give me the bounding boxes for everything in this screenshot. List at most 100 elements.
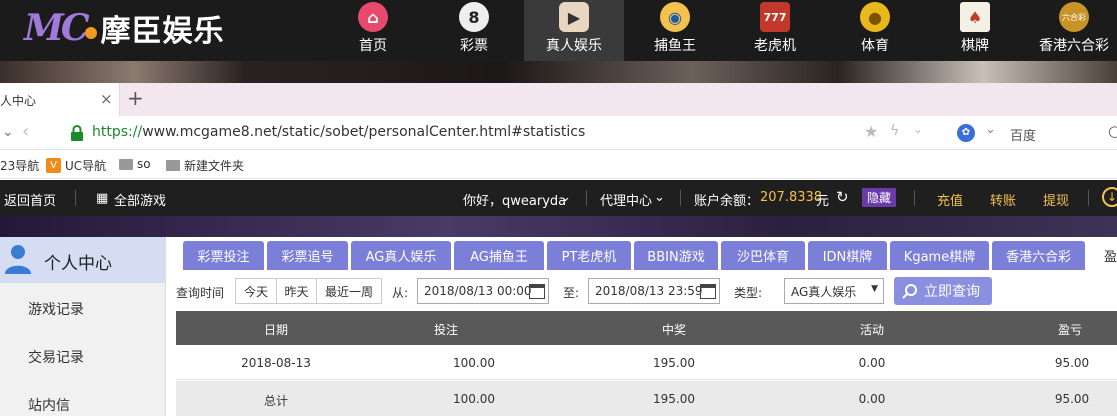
sidebar-item-transactions[interactable]: 交易记录 xyxy=(28,347,84,367)
bookmark-23nav[interactable]: 23导航 xyxy=(0,157,39,174)
nav-label: 彩票 xyxy=(460,38,488,54)
logo-mark: MC xyxy=(24,7,89,49)
today-button[interactable]: 今天 xyxy=(235,278,277,304)
nav-item-mark-six[interactable]: 六合彩 香港六合彩 xyxy=(1036,0,1112,61)
divider xyxy=(1088,190,1089,206)
query-button[interactable]: 立即查询 xyxy=(894,277,992,305)
search-icon[interactable]: ○ xyxy=(1108,122,1117,140)
transfer-link[interactable]: 转账 xyxy=(990,190,1016,209)
to-label: 至: xyxy=(563,286,580,300)
cell-profit: 95.00 xyxy=(1054,392,1090,406)
chevron-down-icon[interactable]: ⌄ xyxy=(985,122,996,137)
close-tab-icon[interactable]: × xyxy=(100,90,113,108)
withdraw-link[interactable]: 提现 xyxy=(1043,190,1069,209)
slot-machine-icon: 777 xyxy=(760,2,790,32)
back-home-link[interactable]: 返回首页 xyxy=(4,190,56,209)
browser-tab-title: 人中心 xyxy=(0,94,37,108)
search-engine-label[interactable]: 百度 xyxy=(1010,125,1036,144)
all-games-link[interactable]: 全部游戏 xyxy=(114,190,166,209)
url-field[interactable]: https://www.mcgame8.net/static/sobet/per… xyxy=(92,124,585,140)
last-week-button[interactable]: 最近一周 xyxy=(316,278,382,304)
tab-saba-sports[interactable]: 沙巴体育 xyxy=(721,241,805,270)
lottery-ball-icon: 8 xyxy=(459,2,489,32)
calendar-icon[interactable] xyxy=(529,284,545,299)
yesterday-button[interactable]: 昨天 xyxy=(276,278,317,304)
nav-item-lottery[interactable]: 8 彩票 xyxy=(451,0,497,61)
cell-bet: 100.00 xyxy=(453,356,495,370)
site-top-nav: MC 摩臣娱乐 ⌂ 首页 8 彩票 ▶ 真人娱乐 ◉ 捕鱼王 777 老虎机 ●… xyxy=(0,0,1117,61)
fish-icon: ◉ xyxy=(660,2,690,32)
nav-item-sports[interactable]: ● 体育 xyxy=(858,0,892,61)
deposit-link[interactable]: 充值 xyxy=(937,190,963,209)
divider xyxy=(914,190,915,206)
type-select-value: AG真人娱乐 xyxy=(791,284,857,299)
folder-icon xyxy=(119,158,133,170)
nav-label: 体育 xyxy=(861,38,889,54)
browser-tab-bar xyxy=(0,83,1117,116)
nav-item-home[interactable]: ⌂ 首页 xyxy=(350,0,396,61)
sports-ball-icon: ● xyxy=(860,2,890,32)
nav-item-fishing[interactable]: ◉ 捕鱼王 xyxy=(653,0,697,61)
chevron-down-icon[interactable]: ⌄ xyxy=(2,124,14,140)
tab-mark-six[interactable]: 香港六合彩 xyxy=(992,241,1085,270)
sidebar-title: 个人中心 xyxy=(44,254,112,274)
star-icon[interactable]: ★ xyxy=(864,122,878,141)
sidebar-item-messages[interactable]: 站内信 xyxy=(28,395,70,415)
type-select[interactable]: AG真人娱乐 ▼ xyxy=(784,278,884,304)
column-header: 投注 xyxy=(434,323,459,337)
tab-kgame-poker[interactable]: Kgame棋牌 xyxy=(890,241,989,270)
folder-icon xyxy=(166,160,180,171)
cell-activity: 0.00 xyxy=(858,356,886,370)
bookmark-label: UC导航 xyxy=(65,159,107,173)
back-arrow-icon[interactable]: ‹ xyxy=(22,121,29,142)
sidebar-item-game-records[interactable]: 游戏记录 xyxy=(28,299,84,319)
site-logo[interactable]: MC 摩臣娱乐 xyxy=(24,6,225,50)
search-icon xyxy=(902,284,917,299)
nav-item-slots[interactable]: 777 老虎机 xyxy=(753,0,797,61)
greeting-username[interactable]: 你好，qwearyda xyxy=(463,190,566,209)
download-icon[interactable]: ↓ xyxy=(1102,187,1117,207)
bookmark-so[interactable]: so xyxy=(119,157,151,171)
lightning-icon[interactable]: ϟ xyxy=(890,123,899,139)
tab-pt-slots[interactable]: PT老虎机 xyxy=(547,241,631,270)
new-tab-icon[interactable]: + xyxy=(127,86,144,110)
tab-lottery-chase[interactable]: 彩票追号 xyxy=(267,241,348,270)
query-time-label: 查询时间 xyxy=(176,286,225,300)
tab-ag-fishing[interactable]: AG捕鱼王 xyxy=(454,241,544,270)
url-scheme: https:// xyxy=(92,124,143,140)
table-header: 日期 投注 中奖 活动 盈亏 xyxy=(176,311,1117,345)
tab-ag-live[interactable]: AG真人娱乐 xyxy=(351,241,451,270)
lock-icon xyxy=(71,125,83,141)
divider xyxy=(680,190,681,206)
cell-win: 195.00 xyxy=(653,392,695,406)
calendar-icon[interactable] xyxy=(700,284,716,299)
from-date-value: 2018/08/13 00:00 xyxy=(424,284,532,298)
nav-label: 捕鱼王 xyxy=(654,38,696,54)
to-date-input[interactable]: 2018/08/13 23:59 xyxy=(588,278,720,304)
tab-lottery-bets[interactable]: 彩票投注 xyxy=(183,241,264,270)
divider xyxy=(75,190,76,206)
bookmark-new-folder[interactable]: 新建文件夹 xyxy=(166,157,244,174)
chevron-down-icon[interactable]: ⌄ xyxy=(654,190,665,205)
nav-label: 首页 xyxy=(359,38,387,54)
from-date-input[interactable]: 2018/08/13 00:00 xyxy=(417,278,549,304)
nav-label: 真人娱乐 xyxy=(546,38,602,54)
cell-win: 195.00 xyxy=(653,356,695,370)
browser-tab[interactable]: 人中心 × xyxy=(0,83,120,116)
cell-date: 2018-08-13 xyxy=(241,356,311,370)
tab-bbin[interactable]: BBIN游戏 xyxy=(634,241,718,270)
nav-item-live-casino[interactable]: ▶ 真人娱乐 xyxy=(524,0,624,61)
nav-item-cards[interactable]: ♠ 棋牌 xyxy=(958,0,992,61)
column-header: 盈亏 xyxy=(1057,323,1082,337)
hide-balance-button[interactable]: 隐藏 xyxy=(862,188,897,207)
bookmark-uc-nav[interactable]: V UC导航 xyxy=(46,157,106,174)
chevron-down-icon[interactable]: ⌄ xyxy=(560,190,571,205)
tab-idn-poker[interactable]: IDN棋牌 xyxy=(808,241,887,270)
bookmark-label: 23导航 xyxy=(0,159,40,173)
logo-dot xyxy=(84,27,97,39)
refresh-icon[interactable]: ↻ xyxy=(836,188,849,206)
agent-center-link[interactable]: 代理中心 xyxy=(600,190,652,209)
baidu-paw-icon[interactable]: ✿ xyxy=(957,124,975,142)
chevron-down-icon[interactable]: ⌄ xyxy=(913,122,923,136)
tab-profit-loss[interactable]: 盈 xyxy=(1088,241,1117,270)
